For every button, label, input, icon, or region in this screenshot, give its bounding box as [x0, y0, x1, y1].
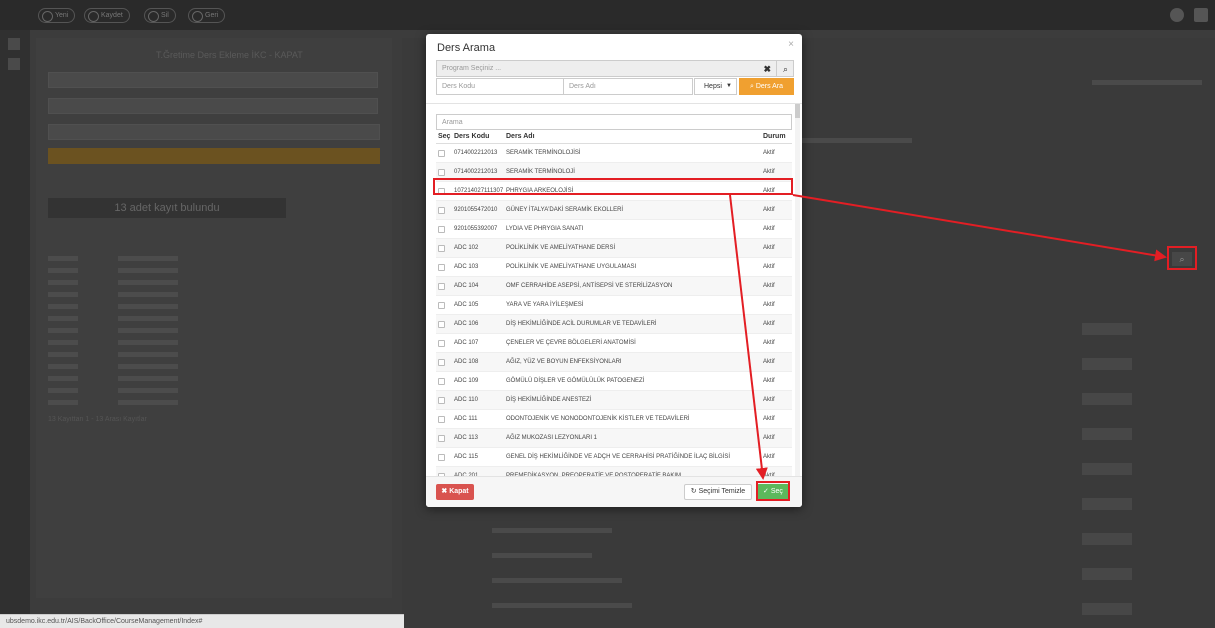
annotation-arrows	[729, 194, 1167, 480]
